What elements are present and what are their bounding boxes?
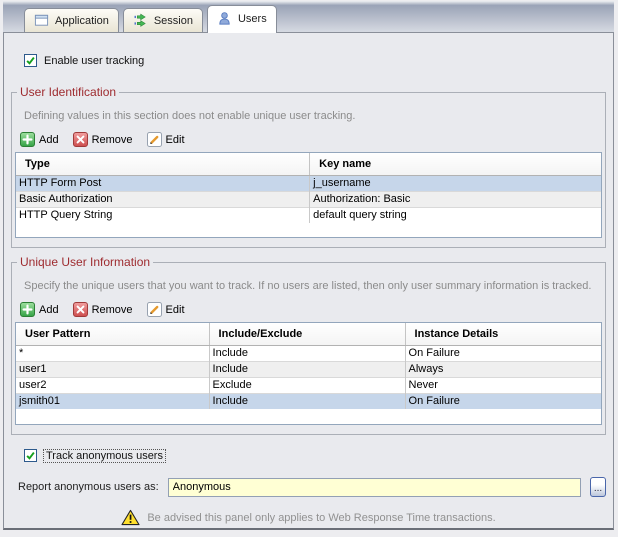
enable-user-tracking-checkbox[interactable] bbox=[24, 54, 37, 67]
table-row[interactable]: user1 Include Always bbox=[16, 360, 601, 377]
session-arrows-icon bbox=[133, 13, 149, 29]
table-cell[interactable]: Basic Authorization bbox=[16, 190, 310, 207]
group-description: Specify the unique users that you want t… bbox=[24, 280, 592, 292]
checkmark-icon bbox=[26, 56, 35, 65]
edit-button-label: Edit bbox=[165, 133, 185, 146]
tab-bar: Application Session Users bbox=[3, 1, 614, 33]
add-icon bbox=[20, 302, 35, 317]
table-row[interactable]: HTTP Form Post j_username bbox=[16, 174, 601, 191]
table-header-row: User Pattern Include/Exclude Instance Deta… bbox=[16, 323, 601, 346]
group-title: User Identification bbox=[20, 85, 117, 99]
add-icon bbox=[20, 132, 35, 147]
users-settings-panel: Application Session Users Enable user tr… bbox=[3, 1, 614, 530]
edit-button-label: Edit bbox=[165, 303, 185, 316]
table-row[interactable]: user2 Exclude Never bbox=[16, 376, 601, 393]
column-header[interactable]: Key name bbox=[309, 153, 601, 176]
table-cell[interactable]: Include bbox=[208, 344, 406, 361]
track-anonymous-checkbox[interactable] bbox=[24, 449, 37, 462]
track-anonymous-label: Track anonymous users bbox=[43, 448, 166, 463]
add-button[interactable]: Add bbox=[20, 302, 59, 317]
tab-label: Application bbox=[55, 14, 109, 27]
table-cell[interactable]: jsmith01 bbox=[16, 392, 210, 409]
table-cell[interactable]: HTTP Form Post bbox=[16, 174, 310, 191]
enable-user-tracking-row: Enable user tracking bbox=[24, 54, 606, 67]
add-button-label: Add bbox=[39, 133, 59, 146]
browse-button[interactable]: ... bbox=[590, 477, 606, 497]
table-cell[interactable]: Authorization: Basic bbox=[309, 190, 601, 207]
tab-application[interactable]: Application bbox=[24, 8, 119, 32]
table-cell[interactable]: On Failure bbox=[404, 392, 601, 409]
remove-icon bbox=[72, 132, 88, 147]
tab-users[interactable]: Users bbox=[206, 5, 277, 33]
group-description: Defining values in this section does not… bbox=[24, 110, 356, 122]
edit-icon bbox=[146, 132, 162, 147]
table-cell[interactable]: user2 bbox=[16, 376, 210, 393]
tab-label: Users bbox=[237, 13, 267, 25]
tab-session[interactable]: Session bbox=[122, 8, 203, 32]
user-identification-group: User Identification Defining values in t… bbox=[11, 85, 606, 248]
edit-button[interactable]: Edit bbox=[146, 302, 185, 317]
table-cell[interactable]: Exclude bbox=[208, 376, 406, 393]
column-header[interactable]: Type bbox=[16, 153, 310, 176]
table-cell[interactable]: * bbox=[16, 344, 210, 361]
column-header[interactable]: Instance Details bbox=[404, 323, 601, 346]
remove-button[interactable]: Remove bbox=[72, 302, 133, 317]
unique-user-information-group: Unique User Information Specify the uniq… bbox=[11, 255, 606, 435]
table-cell[interactable]: Always bbox=[404, 360, 601, 377]
unique-users-table: User Pattern Include/Exclude Instance Deta… bbox=[16, 323, 601, 409]
tab-label: Session bbox=[153, 14, 193, 27]
user-icon bbox=[217, 11, 233, 27]
track-anonymous-row: Track anonymous users bbox=[24, 448, 606, 463]
table-cell[interactable]: j_username bbox=[309, 174, 601, 191]
column-header[interactable]: Include/Exclude bbox=[208, 323, 406, 346]
report-anonymous-row: Report anonymous users as: ... bbox=[18, 477, 606, 497]
table-row[interactable]: jsmith01 Include On Failure bbox=[16, 392, 601, 409]
report-anonymous-label: Report anonymous users as: bbox=[18, 481, 159, 493]
checkmark-icon bbox=[26, 451, 35, 460]
table-cell[interactable]: HTTP Query String bbox=[16, 206, 310, 223]
table-row[interactable]: Basic Authorization Authorization: Basic bbox=[16, 190, 601, 207]
table-cell[interactable]: Include bbox=[208, 360, 406, 377]
add-button-label: Add bbox=[39, 303, 59, 316]
users-tab-content: Enable user tracking User Identification… bbox=[3, 32, 614, 530]
table-row[interactable]: * Include On Failure bbox=[16, 344, 601, 361]
column-header[interactable]: User Pattern bbox=[16, 323, 210, 346]
warning-text: Be advised this panel only applies to We… bbox=[147, 511, 496, 524]
report-anonymous-input[interactable] bbox=[167, 477, 581, 497]
table-toolbar: Add Remove Edit bbox=[20, 132, 602, 147]
table-row[interactable]: HTTP Query String default query string bbox=[16, 206, 601, 223]
table-header-row: Type Key name bbox=[16, 153, 601, 176]
identification-table: Type Key name HTTP Form Post j_username Basi… bbox=[16, 153, 601, 223]
remove-button-label: Remove bbox=[91, 303, 133, 316]
table-cell[interactable]: On Failure bbox=[404, 344, 601, 361]
window-icon bbox=[34, 13, 50, 29]
table-cell[interactable]: Never bbox=[404, 376, 601, 393]
unique-users-table-wrap: User Pattern Include/Exclude Instance Deta… bbox=[15, 322, 602, 425]
warning-icon bbox=[121, 509, 140, 526]
group-title: Unique User Information bbox=[20, 255, 151, 269]
edit-button[interactable]: Edit bbox=[146, 132, 185, 147]
identification-table-wrap: Type Key name HTTP Form Post j_username Basi… bbox=[15, 152, 602, 238]
table-cell[interactable]: Include bbox=[208, 392, 406, 409]
enable-user-tracking-label: Enable user tracking bbox=[44, 54, 145, 67]
edit-icon bbox=[146, 302, 162, 317]
add-button[interactable]: Add bbox=[20, 132, 59, 147]
table-cell[interactable]: default query string bbox=[309, 206, 601, 223]
table-cell[interactable]: user1 bbox=[16, 360, 210, 377]
remove-button-label: Remove bbox=[91, 133, 133, 146]
warning-row: Be advised this panel only applies to We… bbox=[11, 509, 606, 526]
table-toolbar: Add Remove Edit bbox=[20, 302, 602, 317]
remove-icon bbox=[72, 302, 88, 317]
remove-button[interactable]: Remove bbox=[72, 132, 133, 147]
